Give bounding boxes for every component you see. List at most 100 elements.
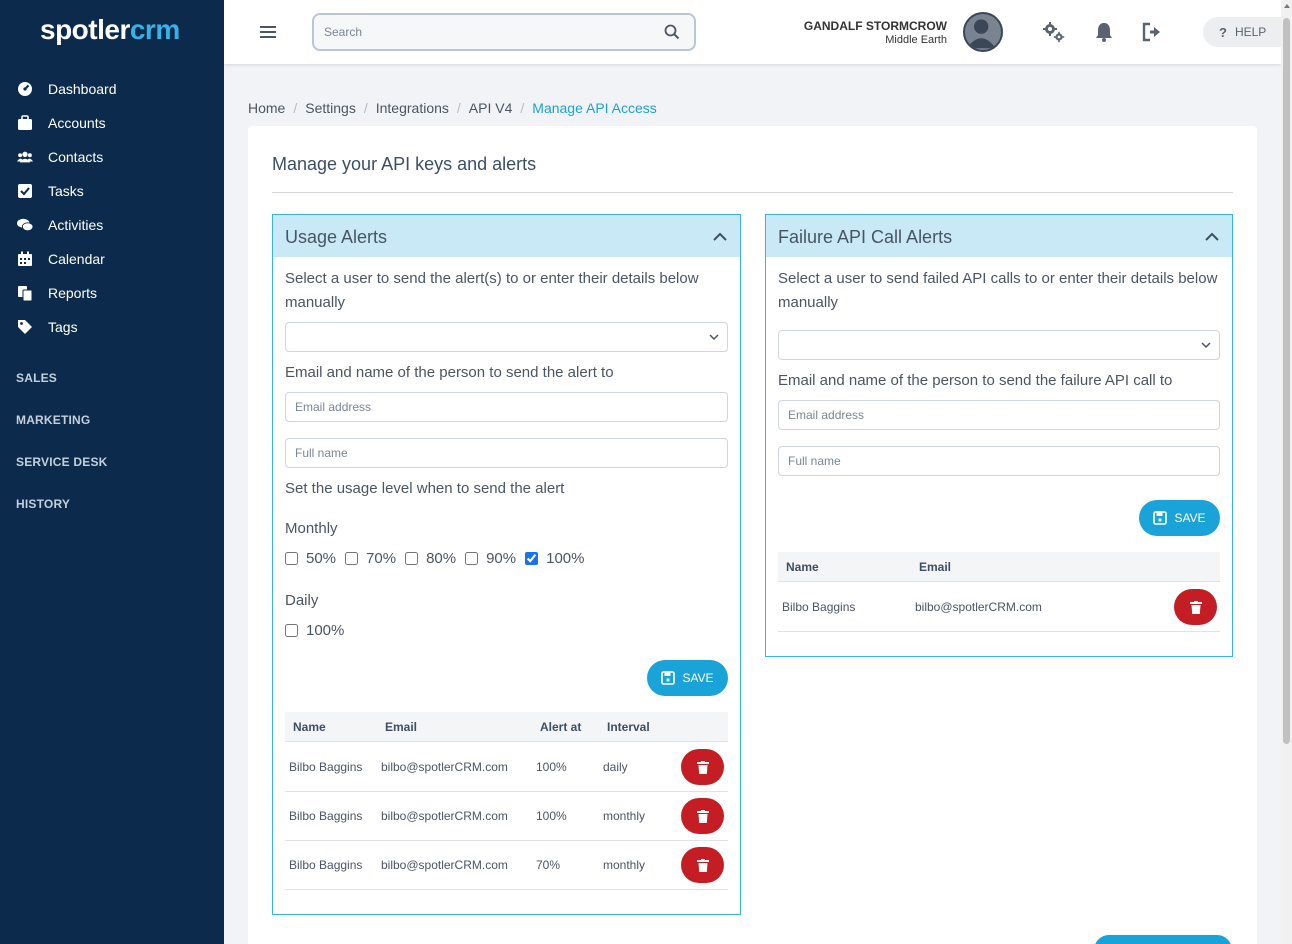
monthly-90-option[interactable]: 90% [465,550,516,567]
sidebar-section-marketing[interactable]: MARKETING [16,413,90,427]
scroll-up-arrow-icon[interactable] [1284,4,1290,8]
sidebar-item-dashboard[interactable]: Dashboard [0,74,224,104]
delete-button[interactable] [681,798,724,834]
delete-button[interactable] [1174,589,1217,625]
monthly-70-checkbox[interactable] [345,552,359,565]
briefcase-icon [18,115,32,130]
monthly-70-option[interactable]: 70% [345,550,396,567]
usage-email-label: Email and name of the person to send the… [285,364,614,381]
breadcrumb-home[interactable]: Home [248,100,285,116]
failure-email-input[interactable] [778,400,1220,430]
copy-icon [18,286,33,301]
sidebar-item-activities[interactable]: Activities [0,210,224,240]
save-icon [661,671,676,685]
failure-save-button[interactable]: SAVE [1139,500,1220,536]
trash-icon [696,858,709,872]
chevron-down-icon [1201,342,1211,349]
monthly-50-option[interactable]: 50% [285,550,336,567]
search-input[interactable] [324,22,654,42]
sidebar-section-history[interactable]: HISTORY [16,497,70,511]
usage-email-input[interactable] [285,392,728,422]
search-box [312,13,696,51]
usage-alerts-header[interactable]: Usage Alerts [273,215,740,257]
sidebar-item-tags[interactable]: Tags [0,312,224,342]
monthly-options: 50% 70% 80% 90% 100% [285,550,594,567]
sidebar-item-contacts[interactable]: Contacts [0,142,224,172]
scrollbar-thumb[interactable] [1283,18,1290,744]
daily-100-checkbox[interactable] [285,624,298,637]
search-icon[interactable] [664,24,680,40]
sidebar-section-service-desk[interactable]: SERVICE DESK [16,455,108,469]
usage-alerts-panel: Usage Alerts Select a user to send the a… [272,214,741,915]
usage-fullname-input[interactable] [285,438,728,468]
sidebar-item-calendar[interactable]: Calendar [0,244,224,274]
user-name[interactable]: GANDALF STORMCROW [804,19,947,33]
table-row: Bilbo Baggins bilbo@spotlerCRM.com 100% … [285,792,728,841]
column-email: Email [919,560,952,574]
title-divider [272,192,1233,193]
failure-alerts-panel: Failure API Call Alerts Select a user to… [765,214,1233,657]
user-location: Middle Earth [885,34,947,46]
comments-icon [17,218,33,232]
check-square-icon [18,184,32,198]
bottom-action-button[interactable] [1094,935,1232,944]
chevron-up-icon[interactable] [712,230,728,242]
daily-label: Daily [285,592,319,609]
breadcrumb-settings[interactable]: Settings [305,100,356,116]
sidebar-section-sales[interactable]: SALES [16,371,57,385]
daily-options: 100% [285,622,353,639]
monthly-100-checkbox[interactable] [525,552,539,565]
sidebar-item-accounts[interactable]: Accounts [0,108,224,138]
monthly-90-checkbox[interactable] [465,552,479,565]
trash-icon [1189,600,1202,614]
sidebar-item-tasks[interactable]: Tasks [0,176,224,206]
avatar-person-icon [966,19,996,49]
column-name: Name [786,560,819,574]
failure-fullname-input[interactable] [778,446,1220,476]
avatar[interactable] [963,12,1003,52]
monthly-50-checkbox[interactable] [285,552,298,565]
delete-button[interactable] [681,749,724,785]
failure-table-header: Name Email [778,552,1220,582]
delete-button[interactable] [681,847,724,883]
hamburger-menu-icon[interactable] [260,23,276,41]
usage-level-label: Set the usage level when to send the ale… [285,480,565,497]
logout-icon[interactable] [1140,20,1164,44]
chevron-up-icon[interactable] [1204,230,1220,242]
page-scrollbar[interactable] [1281,0,1292,944]
api-alerts-card: Manage your API keys and alerts Usage Al… [248,126,1257,944]
monthly-80-checkbox[interactable] [405,552,419,565]
column-name: Name [293,720,326,734]
settings-gears-icon[interactable] [1042,20,1066,44]
brand-logo[interactable]: spotlercrm [40,14,180,46]
breadcrumb-integrations[interactable]: Integrations [376,100,449,116]
failure-alerts-header[interactable]: Failure API Call Alerts [766,215,1232,257]
trash-icon [696,760,709,774]
breadcrumb-api-v4[interactable]: API V4 [469,100,513,116]
table-row: Bilbo Baggins bilbo@spotlerCRM.com [778,583,1220,632]
save-icon [1153,511,1168,525]
usage-intro-text: Select a user to send the alert(s) to or… [285,270,699,311]
help-question-icon: ? [1219,24,1227,40]
monthly-80-option[interactable]: 80% [405,550,456,567]
monthly-100-option[interactable]: 100% [525,550,585,567]
users-icon [17,151,33,163]
breadcrumb-current: Manage API Access [532,100,657,116]
table-row: Bilbo Baggins bilbo@spotlerCRM.com 70% m… [285,841,728,890]
usage-save-button[interactable]: SAVE [647,660,728,696]
daily-100-option[interactable]: 100% [285,622,344,639]
chevron-down-icon [709,334,719,341]
tags-icon [18,320,32,334]
help-button[interactable]: ? HELP [1203,17,1281,47]
trash-icon [696,809,709,823]
sidebar-item-reports[interactable]: Reports [0,278,224,308]
breadcrumb: Home / Settings / Integrations / API V4 … [248,100,657,116]
column-email: Email [385,720,418,734]
failure-intro-text: Select a user to send failed API calls t… [778,270,1218,311]
column-interval: Interval [607,720,650,734]
failure-email-label: Email and name of the person to send the… [778,372,1173,389]
column-alert-at: Alert at [540,720,582,734]
bell-icon[interactable] [1092,20,1116,44]
usage-user-select[interactable] [285,322,728,352]
failure-user-select[interactable] [778,330,1220,360]
